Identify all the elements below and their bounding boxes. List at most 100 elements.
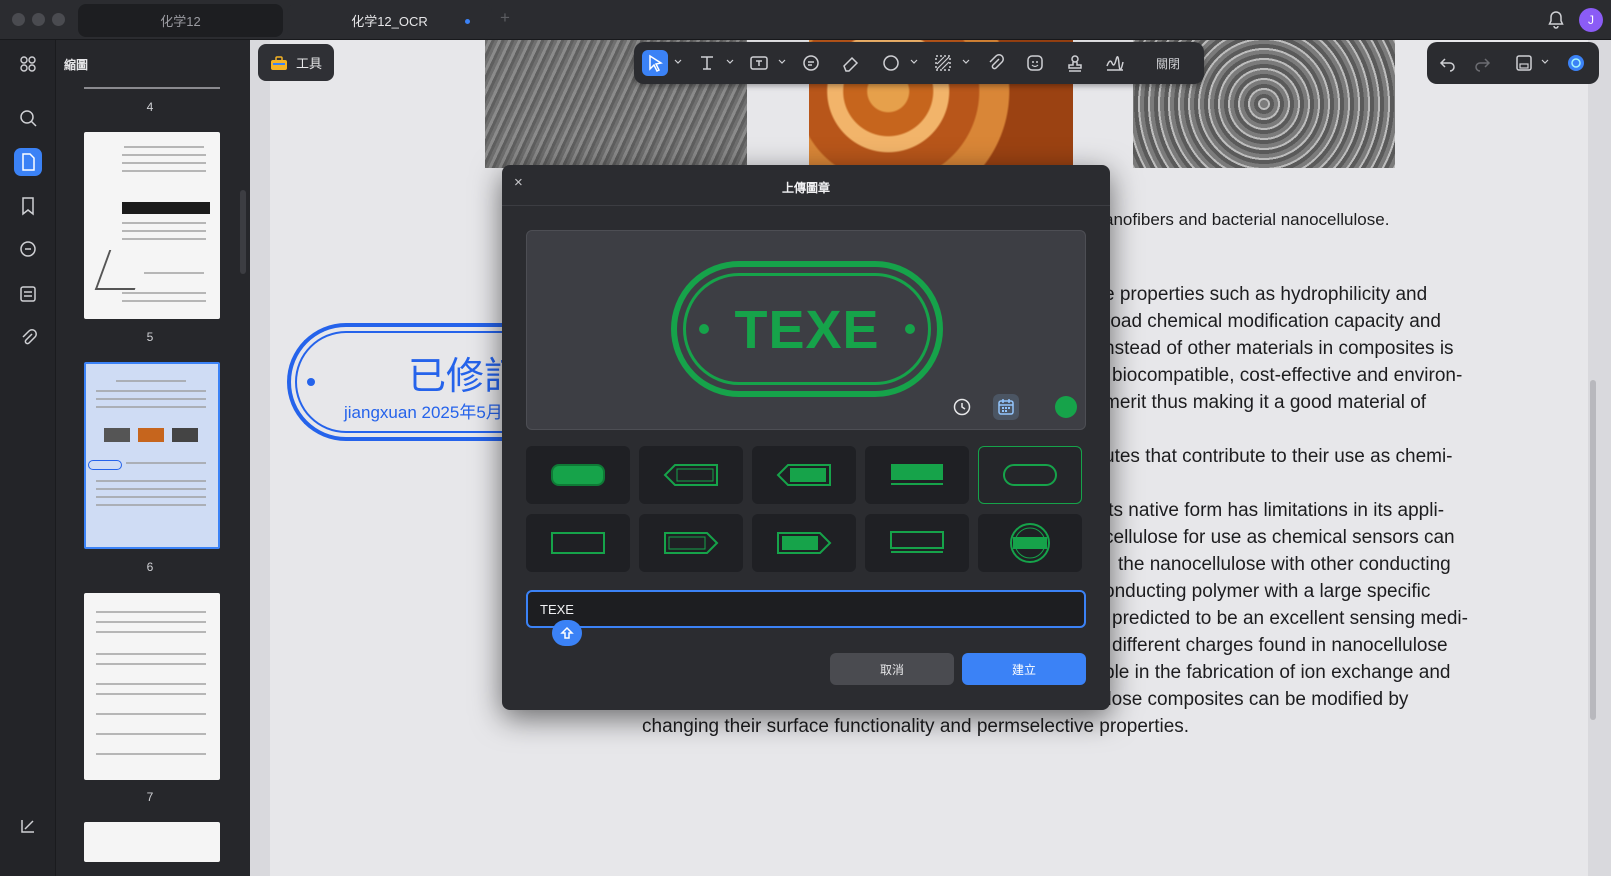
signature-tool[interactable] [1102,50,1128,76]
text-tool[interactable] [694,50,720,76]
new-tab-button[interactable]: + [500,8,510,28]
save-icon[interactable] [1511,50,1537,76]
page-number-4: 4 [146,100,154,114]
title-bar: 化学12 化学12_OCR + J [0,0,1611,40]
comment-icon[interactable] [14,236,42,264]
user-avatar[interactable]: J [1579,8,1603,32]
style-circle-band[interactable] [978,514,1082,572]
page-number-5: 5 [146,330,154,344]
upload-stamp-dialog: × 上傳圖章 TEXE 取消 建立 [502,165,1110,710]
unsaved-dot-icon [465,19,470,24]
history-toolbar [1427,42,1599,84]
thumbnail-page-6[interactable] [84,362,220,549]
undo-icon[interactable] [1435,50,1461,76]
stamp-preview: TEXE [526,230,1086,430]
textbox-tool[interactable] [746,50,772,76]
attach-tool[interactable] [982,50,1008,76]
body-line-7: its native form has limitations in its a… [1104,500,1445,521]
comment-tool[interactable] [798,50,824,76]
shape-tool[interactable] [878,50,904,76]
tab-label: 化学12 [160,14,201,29]
tab-document-2[interactable]: 化学12_OCR [287,4,492,37]
style-arrow-left-outline[interactable] [639,446,743,504]
placed-stamp-dot [307,378,315,386]
style-filled-rounded[interactable] [526,446,630,504]
style-arrow-left-filled[interactable] [752,446,856,504]
stamp-text-input[interactable] [526,590,1086,628]
preview-stamp-text: TEXE [734,300,880,360]
stamp-color-swatch[interactable] [1055,396,1077,418]
tab-document-1[interactable]: 化学12 [78,4,283,37]
sidebar-toggle-icon[interactable] [18,816,38,836]
chevron-down-icon[interactable] [726,58,734,66]
chevron-down-icon[interactable] [778,58,786,66]
create-button[interactable]: 建立 [962,653,1086,685]
figure-caption: anofibers and bacterial nanocellulose. [1104,210,1390,229]
form-icon[interactable] [14,280,42,308]
body-line-5: merit thus making it a good material of [1104,392,1427,413]
calendar-icon[interactable] [993,394,1019,420]
tools-label: 工具 [295,56,322,71]
sticker-tool[interactable] [1022,50,1048,76]
zoom-window-button[interactable] [52,13,65,26]
app-window: 化学12 化学12_OCR + J 縮圖 4 5 6 7 anofibers a… [0,0,1611,876]
toolbox-icon [270,55,287,70]
text-cursor-handle-icon[interactable] [552,620,582,646]
search-icon[interactable] [14,104,42,132]
area-tool[interactable] [930,50,956,76]
bookmark-icon[interactable] [14,192,42,220]
body-line-3: nstead of other materials in composites … [1104,338,1454,359]
style-filled-banner[interactable] [865,446,969,504]
document-scrollbar[interactable] [1590,380,1596,720]
body-line-9: the nanocellulose with other conducting [1118,554,1451,575]
chevron-down-icon[interactable] [1541,58,1549,66]
body-line-15: changing their surface functionality and… [642,716,1190,737]
cancel-button[interactable]: 取消 [830,653,954,685]
close-toolbar-button[interactable]: 關閉 [1146,50,1190,76]
stamp-tool[interactable] [1062,50,1088,76]
thumbnails-scrollbar[interactable] [240,190,246,274]
thumbnail-page-7[interactable] [84,593,220,780]
style-arrow-right-filled[interactable] [752,514,856,572]
body-line-10: onducting polymer with a large specific [1104,581,1431,602]
thumbnail-page-8[interactable] [84,822,220,862]
body-line-6: utes that contribute to their use as che… [1104,446,1453,467]
body-line-2: road chemical modification capacity and [1104,311,1441,332]
chevron-down-icon[interactable] [910,58,918,66]
style-underline-box[interactable] [865,514,969,572]
left-icon-rail [0,40,56,876]
dialog-title: 上傳圖章 [781,181,830,195]
thumbnail-page-5[interactable] [84,132,220,319]
body-line-8: cellulose for use as chemical sensors ca… [1104,527,1455,548]
thumbnail-page-4-edge [84,87,220,89]
body-line-13: ble in the fabrication of ion exchange a… [1104,662,1451,683]
chevron-down-icon[interactable] [674,58,682,66]
redo-icon[interactable] [1469,50,1495,76]
pages-icon[interactable] [14,148,42,176]
eraser-tool[interactable] [838,50,864,76]
style-arrow-right-outline[interactable] [639,514,743,572]
grid-icon[interactable] [14,50,42,78]
page-number-7: 7 [146,790,154,804]
ai-assistant-icon[interactable] [1563,50,1589,76]
thumbnails-title: 縮圖 [64,58,89,72]
dialog-divider [502,205,1110,206]
body-line-4: biocompatible, cost-effective and enviro… [1112,365,1463,386]
body-line-1: e properties such as hydrophilicity and [1104,284,1428,305]
chevron-down-icon[interactable] [962,58,970,66]
minimize-window-button[interactable] [32,13,45,26]
tab-label: 化学12_OCR [351,14,428,29]
style-rect-outline[interactable] [526,514,630,572]
style-pill-outline[interactable] [978,446,1082,504]
tools-button[interactable]: 工具 [258,44,334,81]
stamp-style-grid [526,446,1086,576]
time-icon[interactable] [949,394,975,420]
page-number-6: 6 [146,560,154,574]
annotation-toolbar: 關閉 [634,42,1204,84]
bell-icon[interactable] [1546,10,1566,30]
close-window-button[interactable] [12,13,25,26]
body-line-11: predicted to be an excellent sensing med… [1112,608,1468,629]
select-tool[interactable] [642,50,668,76]
thumbnails-panel: 縮圖 4 5 6 7 [56,40,250,876]
attachment-icon[interactable] [14,324,42,352]
